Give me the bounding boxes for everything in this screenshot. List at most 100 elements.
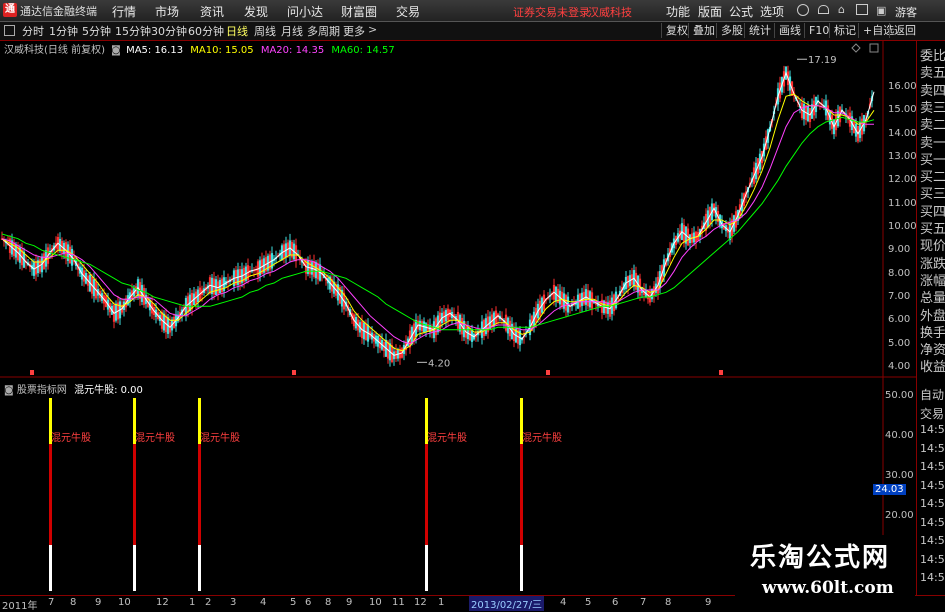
side-item[interactable]: 买二 bbox=[920, 166, 945, 185]
lock-icon[interactable]: ▣ bbox=[876, 4, 886, 17]
kline-chart[interactable]: 混元牛股 混元牛股 混元牛股 混元牛股 混元牛股 17.19 4.20 bbox=[0, 41, 916, 595]
side-item[interactable]: 现价 bbox=[920, 235, 945, 254]
indicator-current-value: 24.03 bbox=[873, 484, 906, 495]
indicator-source: 股票指标网 bbox=[16, 385, 67, 396]
menu-market[interactable]: 市场 bbox=[155, 3, 179, 20]
menu-discover[interactable]: 发现 bbox=[244, 3, 268, 20]
side-item[interactable]: 收益 bbox=[920, 356, 945, 375]
auto-trade-label: 交易 bbox=[920, 406, 945, 421]
menu-news[interactable]: 资讯 bbox=[200, 3, 224, 20]
settings-dot-icon[interactable]: ◙ bbox=[4, 385, 14, 396]
toolbar-overlay[interactable]: 叠加 bbox=[688, 23, 719, 38]
period-tab[interactable]: 30分钟 bbox=[151, 23, 187, 39]
ma-line-ma20 bbox=[1, 105, 874, 345]
message-icon[interactable] bbox=[856, 4, 868, 15]
toolbar-stats[interactable]: 统计 bbox=[744, 23, 775, 38]
high-price-label: 17.19 bbox=[808, 55, 837, 66]
price-tick: 10.00 bbox=[888, 221, 917, 232]
side-item[interactable]: 买四 bbox=[920, 201, 945, 220]
headset-icon[interactable] bbox=[818, 5, 829, 14]
side-item[interactable]: 买一 bbox=[920, 149, 945, 168]
period-tab-selected[interactable]: 日线 bbox=[226, 23, 248, 39]
menu-function[interactable]: 功能 bbox=[666, 3, 690, 20]
menu-quotes[interactable]: 行情 bbox=[112, 3, 136, 20]
user-guest[interactable]: 游客 bbox=[895, 4, 917, 20]
trade-time: 14:50 bbox=[920, 515, 945, 529]
side-item[interactable]: 卖一 bbox=[920, 132, 945, 151]
date-tick: 9 bbox=[705, 597, 712, 608]
window-restore-icon[interactable] bbox=[869, 43, 879, 53]
date-tick: 4 bbox=[560, 597, 567, 608]
side-item[interactable]: 卖三 bbox=[920, 97, 945, 116]
side-item[interactable]: 换手 bbox=[920, 322, 945, 341]
price-tick: 7.00 bbox=[888, 291, 911, 302]
side-item[interactable]: 买三 bbox=[920, 183, 945, 202]
period-tab[interactable]: 周线 bbox=[254, 23, 276, 39]
menu-formula[interactable]: 公式 bbox=[729, 3, 753, 20]
side-item[interactable]: 卖四 bbox=[920, 80, 945, 99]
stock-name-link[interactable]: 汉威科技 bbox=[588, 4, 632, 20]
menu-wealth[interactable]: 财富圈 bbox=[341, 3, 377, 20]
toolbar-draw[interactable]: 画线 bbox=[774, 23, 805, 38]
panel-toggle-icon[interactable] bbox=[4, 25, 15, 36]
menu-ask[interactable]: 问小达 bbox=[287, 3, 323, 20]
date-tick: 5 bbox=[290, 597, 297, 608]
indicator-tick: 20.00 bbox=[885, 510, 914, 521]
side-item[interactable]: 买五 bbox=[920, 218, 945, 237]
login-status-link[interactable]: 证券交易未登录 bbox=[513, 4, 590, 20]
indicator-legend: ◙ 股票指标网 混元牛股: 0.00 bbox=[4, 381, 143, 396]
settings-dot-icon[interactable]: ◙ bbox=[111, 45, 121, 56]
indicator-tick: 30.00 bbox=[885, 470, 914, 481]
date-tick: 7 bbox=[48, 597, 55, 608]
side-item[interactable]: 总量 bbox=[920, 287, 945, 306]
side-item[interactable]: 外盘 bbox=[920, 305, 945, 324]
toolbar-multi[interactable]: 多股 bbox=[716, 23, 747, 38]
price-tick: 14.00 bbox=[888, 127, 917, 139]
trade-time: 14:50 bbox=[920, 534, 945, 547]
date-tick: 2011年 bbox=[2, 601, 38, 612]
signal-bar-white bbox=[133, 545, 136, 591]
indicator-value: 混元牛股: 0.00 bbox=[74, 385, 143, 396]
price-tick: 15.00 bbox=[888, 104, 917, 116]
chevron-right-icon[interactable]: > bbox=[368, 23, 377, 36]
price-tick: 9.00 bbox=[888, 244, 911, 256]
indicator-tick: 40.00 bbox=[885, 430, 914, 441]
quote-side-panel: 委比 卖五 卖四 卖三 卖二 卖一 买一 买二 买三 买四 买五 现价 涨跌 涨幅 总量 外盘 换手 净资 收益 自动… bbox=[916, 41, 945, 609]
toolbar-mark[interactable]: 标记 bbox=[829, 23, 860, 38]
period-tab[interactable]: 分时 bbox=[22, 23, 44, 39]
diamond-icon[interactable] bbox=[851, 43, 861, 53]
date-tick: 7 bbox=[640, 597, 647, 608]
period-tab[interactable]: 1分钟 bbox=[49, 23, 78, 39]
side-item[interactable]: 涨跌 bbox=[920, 253, 945, 272]
period-tab[interactable]: 15分钟 bbox=[115, 23, 151, 39]
price-tick: 5.00 bbox=[888, 337, 911, 349]
period-more[interactable]: 更多 bbox=[343, 23, 365, 39]
event-marker bbox=[719, 370, 723, 375]
period-tab[interactable]: 60分钟 bbox=[188, 23, 224, 39]
side-item[interactable]: 委比 bbox=[920, 45, 945, 64]
signal-label: 混元牛股 bbox=[522, 431, 562, 444]
ma-legend: 汉威科技(日线 前复权) ◙ MA5: 16.13 MA10: 15.05 MA… bbox=[4, 41, 395, 56]
lock-icon[interactable]: ⌂ bbox=[838, 3, 845, 16]
toolbar-back[interactable]: 返回 bbox=[889, 23, 920, 38]
help-icon[interactable] bbox=[797, 4, 809, 16]
menu-layout[interactable]: 版面 bbox=[698, 3, 722, 20]
period-tab[interactable]: 月线 bbox=[281, 23, 303, 39]
side-item[interactable]: 净资 bbox=[920, 339, 945, 358]
indicator-tick: 50.00 bbox=[885, 390, 914, 401]
event-marker bbox=[546, 370, 550, 375]
date-tick: 9 bbox=[346, 597, 353, 608]
signal-bar-red bbox=[520, 444, 523, 545]
side-item[interactable]: 卖五 bbox=[920, 62, 945, 81]
period-tab[interactable]: 多周期 bbox=[307, 23, 340, 39]
date-tick: 9 bbox=[95, 597, 102, 608]
signal-bar-red bbox=[133, 444, 136, 545]
side-item[interactable]: 涨幅 bbox=[920, 270, 945, 289]
menu-options[interactable]: 选项 bbox=[760, 3, 784, 20]
date-tick: 6 bbox=[612, 597, 619, 608]
period-tab[interactable]: 5分钟 bbox=[82, 23, 111, 39]
ma60-value: MA60: 14.57 bbox=[331, 45, 395, 56]
side-item[interactable]: 卖二 bbox=[920, 114, 945, 133]
menu-trade[interactable]: 交易 bbox=[396, 3, 420, 20]
stock-title: 汉威科技(日线 前复权) bbox=[4, 45, 105, 56]
